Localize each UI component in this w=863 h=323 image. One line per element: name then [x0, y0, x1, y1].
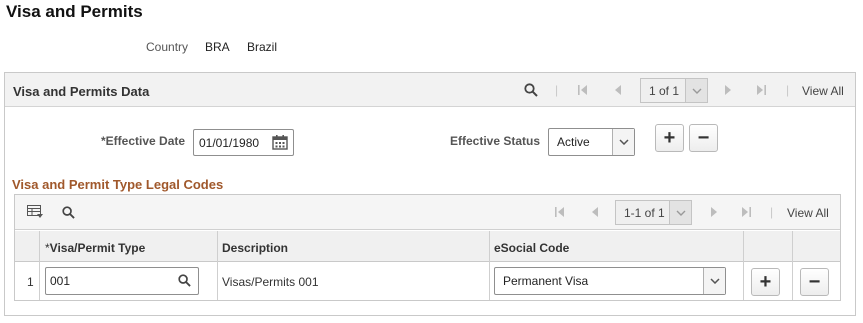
- chevron-down-icon: [685, 79, 707, 102]
- add-row-button[interactable]: +: [751, 268, 780, 296]
- delete-row-button[interactable]: −: [689, 124, 718, 152]
- view-all-link[interactable]: View All: [787, 206, 829, 220]
- toolbar-separator: |: [770, 205, 774, 219]
- row-number: 1: [27, 275, 34, 289]
- pager-select[interactable]: 1-1 of 1: [615, 200, 692, 225]
- toolbar-separator: |: [786, 83, 790, 97]
- column-divider: [792, 231, 793, 300]
- column-header-esocial-code[interactable]: eSocial Code: [494, 241, 569, 255]
- column-header-description[interactable]: Description: [222, 241, 288, 255]
- country-code: BRA: [205, 40, 230, 54]
- chevron-down-icon: [703, 268, 725, 294]
- column-divider: [743, 231, 744, 300]
- prev-page-icon[interactable]: [591, 206, 599, 222]
- pager-label: 1 of 1: [641, 79, 685, 102]
- last-page-icon[interactable]: [756, 84, 766, 100]
- country-label: Country: [146, 40, 189, 54]
- esocial-code-value: Permanent Visa: [503, 274, 589, 288]
- effective-status-label: Effective Status: [450, 134, 541, 148]
- grid-personalize-icon[interactable]: [27, 205, 43, 223]
- last-page-icon[interactable]: [741, 206, 751, 222]
- column-header-type-label: Visa/Permit Type: [49, 241, 146, 255]
- pager-label: 1-1 of 1: [616, 201, 669, 224]
- page-title: Visa and Permits: [6, 2, 143, 21]
- chevron-down-icon: [612, 129, 634, 155]
- column-divider: [217, 231, 218, 300]
- first-page-icon[interactable]: [555, 206, 565, 222]
- add-row-button[interactable]: +: [655, 124, 684, 152]
- effective-status-select[interactable]: Active: [548, 128, 635, 156]
- view-all-link[interactable]: View All: [802, 84, 844, 98]
- visa-permit-type-input[interactable]: 001: [45, 267, 199, 295]
- column-header-type[interactable]: *Visa/Permit Type: [45, 241, 145, 255]
- esocial-code-select[interactable]: Permanent Visa: [494, 267, 726, 295]
- effective-status-value: Active: [557, 135, 590, 149]
- effective-date-input[interactable]: 01/01/1980: [193, 129, 294, 156]
- delete-row-button[interactable]: −: [800, 268, 829, 296]
- description-value: Visas/Permits 001: [222, 275, 319, 289]
- visa-permit-type-value: 001: [50, 274, 71, 288]
- toolbar-separator: |: [555, 83, 559, 97]
- column-divider: [489, 231, 490, 300]
- effective-date-label: *Effective Date: [101, 134, 186, 148]
- calendar-icon[interactable]: [272, 135, 288, 153]
- lookup-icon[interactable]: [178, 274, 191, 290]
- search-icon[interactable]: [62, 206, 75, 219]
- legal-codes-title: Visa and Permit Type Legal Codes: [12, 177, 224, 192]
- next-page-icon[interactable]: [724, 84, 732, 100]
- column-divider: [39, 231, 40, 300]
- pager-select[interactable]: 1 of 1: [640, 78, 708, 103]
- chevron-down-icon: [669, 201, 691, 224]
- country-name: Brazil: [247, 40, 278, 54]
- prev-page-icon[interactable]: [614, 84, 622, 100]
- first-page-icon[interactable]: [578, 84, 588, 100]
- search-icon[interactable]: [524, 83, 538, 97]
- effective-date-value: 01/01/1980: [199, 135, 260, 150]
- visa-permits-panel-title: Visa and Permits Data: [13, 84, 150, 99]
- next-page-icon[interactable]: [710, 206, 718, 222]
